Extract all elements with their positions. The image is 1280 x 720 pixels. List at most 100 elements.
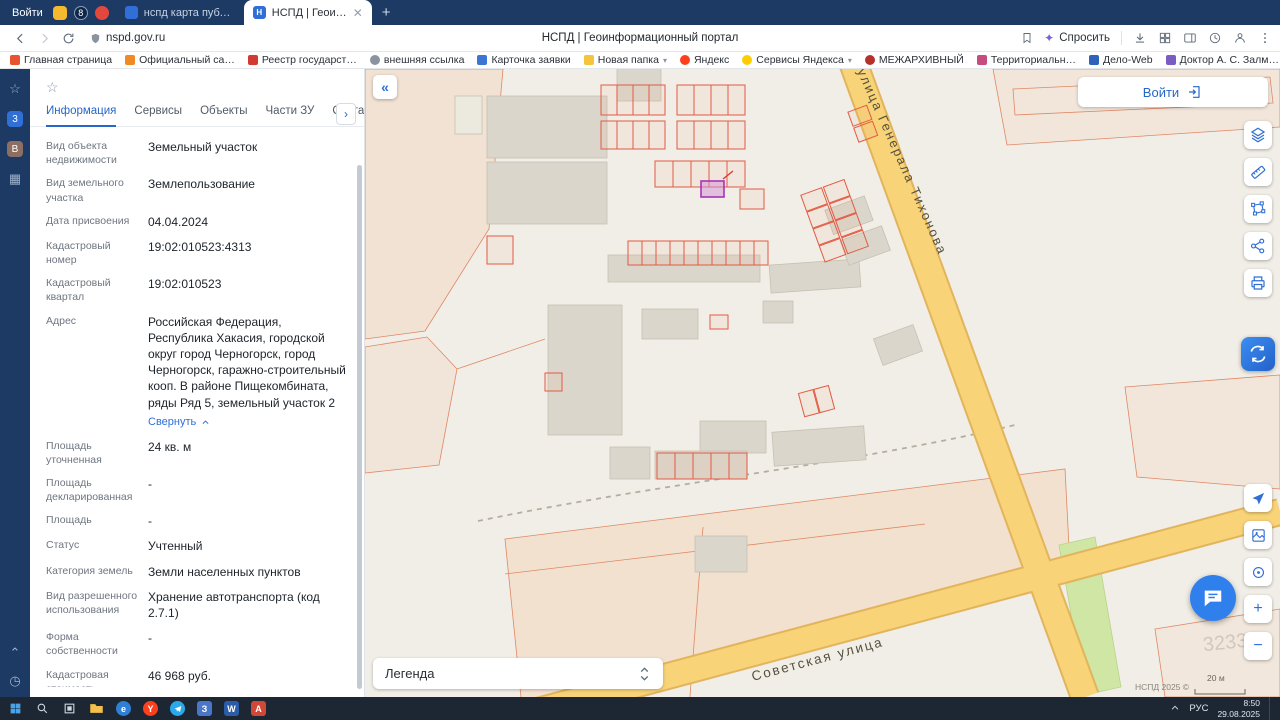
measure-area-button[interactable] [1244, 195, 1272, 223]
zoom-out-button[interactable]: − [1244, 632, 1272, 660]
start-button[interactable] [2, 697, 29, 720]
pdf-app-button[interactable]: A [245, 697, 272, 720]
legend-bar[interactable]: Легенда [373, 658, 663, 689]
bookmark-item[interactable]: Яндекс [679, 54, 729, 66]
profile-avatar[interactable]: В [7, 141, 23, 157]
extension-red-icon[interactable] [94, 5, 109, 20]
bookmark-item[interactable]: МЕЖАРХИВНЫЙ [864, 54, 964, 66]
panel-tabs-scroll-button[interactable]: › [336, 103, 356, 125]
basemap-button[interactable] [1244, 521, 1272, 549]
locate-button[interactable] [1244, 558, 1272, 586]
apps-grid-icon[interactable]: ▦ [9, 171, 21, 187]
address-value: Российская Федерация, Республика Хакасия… [148, 314, 346, 410]
map-login-button[interactable]: Войти [1078, 77, 1268, 107]
field-label: Кадастровый квартал [46, 277, 111, 304]
field-value: - [148, 631, 152, 646]
extension-folder-icon[interactable] [52, 5, 67, 20]
bookmark-folder[interactable]: Сервисы Яндекса ▾ [742, 54, 852, 66]
share-button[interactable] [1244, 232, 1272, 260]
ruler-button[interactable] [1244, 158, 1272, 186]
print-icon [1251, 276, 1265, 290]
bookmark-item[interactable]: Карточка заявки [477, 54, 571, 66]
bookmark-favicon [976, 55, 987, 65]
address-bar[interactable]: nspd.gov.ru [90, 32, 165, 44]
extension-counter-badge[interactable]: 8 [73, 5, 88, 20]
bookmark-item[interactable]: Дело-Web [1089, 54, 1153, 66]
tab-public-map[interactable]: нспд карта публичная ка… [116, 0, 244, 25]
bookmark-item[interactable]: Реестр государст… [247, 54, 357, 66]
yandex-icon: Y [143, 701, 158, 716]
back-button[interactable] [8, 27, 32, 49]
folder-icon [583, 55, 594, 65]
locate-icon [1252, 566, 1264, 578]
bookmark-item[interactable]: Главная страница [10, 54, 112, 66]
panel-scrollbar[interactable] [357, 165, 362, 689]
bookmark-item[interactable]: Официальный са… [125, 54, 235, 66]
menu-dots-icon[interactable] [1258, 31, 1272, 45]
field-value: 19:02:010523:4313 [148, 239, 252, 254]
taskbar-clock[interactable]: 8:50 29.08.2025 [1217, 698, 1260, 718]
download-icon[interactable] [1133, 31, 1147, 45]
panel-tabs: Информация Сервисы Объекты Части ЗУ Сост… [30, 69, 364, 127]
bookmark-flag-icon[interactable] [1021, 32, 1033, 44]
bookmarks-star-icon[interactable]: ☆ [9, 81, 21, 97]
history-clock-icon[interactable]: ◷ [9, 673, 20, 689]
ask-alice-button[interactable]: ✦ Спросить [1044, 31, 1110, 45]
browser-profile-button[interactable]: Войти [0, 7, 53, 19]
file-explorer-button[interactable] [83, 697, 110, 720]
panel-tab-objects[interactable]: Объекты [200, 99, 247, 126]
pdf-icon: A [251, 701, 266, 716]
clock-time: 8:50 [1243, 698, 1260, 709]
field-label: Площадь декларированная [46, 476, 133, 504]
chevron-down-icon: ▾ [847, 55, 852, 65]
field-value: 46 968 руб. [148, 668, 211, 683]
chat-support-button[interactable] [1190, 575, 1236, 621]
new-tab-button[interactable]: + [382, 4, 391, 21]
field-label: Вид разрешенного использования [46, 589, 138, 616]
show-desktop-button[interactable] [1269, 697, 1273, 720]
bookmark-item[interactable]: Доктор А. С. Залм… [1165, 54, 1279, 66]
notifications-badge[interactable]: 3 [7, 111, 23, 127]
panel-tab-information[interactable]: Информация [46, 99, 117, 127]
panorama-button[interactable] [1241, 337, 1275, 371]
field-row: Форма собственности - [46, 630, 346, 658]
telegram-button[interactable] [164, 697, 191, 720]
yandex-browser-button[interactable]: Y [137, 697, 164, 720]
favorite-star-icon[interactable]: ☆ [46, 79, 59, 96]
navigate-button[interactable] [1244, 484, 1272, 512]
collapse-address-link[interactable]: Свернуть [148, 415, 210, 430]
profile-icon[interactable] [1233, 31, 1247, 45]
bookmark-item[interactable]: Территориальн… [976, 54, 1076, 66]
tab-nspd-portal[interactable]: Н НСПД | Геоинформацион… ✕ [243, 0, 372, 25]
field-value: - [148, 514, 152, 529]
field-value: Хранение автотранспорта (код 2.7.1) [148, 589, 320, 620]
system-tray: РУС 8:50 29.08.2025 [1170, 697, 1278, 720]
collapse-chevron-icon[interactable]: ⌃ [10, 645, 21, 661]
history-clock-icon[interactable] [1208, 31, 1222, 45]
forward-button[interactable] [32, 27, 56, 49]
bookmark-favicon [247, 55, 258, 65]
mail-app-button[interactable]: З [191, 697, 218, 720]
map-canvas[interactable]: улица Генерала Тихонова Советская улица … [365, 69, 1280, 697]
main-area: ☆ 3 В ▦ ⌃ ◷ ☆ Информация Сервисы Объекты… [0, 69, 1280, 697]
collapse-panel-button[interactable]: « [373, 75, 397, 99]
word-button[interactable]: W [218, 697, 245, 720]
toolbar-right-icons: ✦ Спросить [1013, 31, 1272, 45]
extensions-grid-icon[interactable] [1158, 31, 1172, 45]
zoom-in-button[interactable]: + [1244, 595, 1272, 623]
language-indicator[interactable]: РУС [1189, 703, 1208, 714]
tab-close-icon[interactable]: ✕ [353, 6, 363, 20]
bookmark-item[interactable]: внешняя ссылка [369, 54, 464, 66]
bookmark-folder[interactable]: Новая папка ▾ [583, 54, 667, 66]
tray-expand-chevron[interactable] [1170, 700, 1180, 718]
sidebar-panels-icon[interactable] [1183, 31, 1197, 45]
task-view-button[interactable] [56, 697, 83, 720]
panel-tab-services[interactable]: Сервисы [134, 99, 182, 126]
taskbar-search-button[interactable] [29, 697, 56, 720]
edge-browser-button[interactable]: e [110, 697, 137, 720]
panel-tab-parts[interactable]: Части ЗУ [266, 99, 315, 126]
legend-expand-icon[interactable] [638, 665, 651, 683]
print-button[interactable] [1244, 269, 1272, 297]
layers-button[interactable] [1244, 121, 1272, 149]
refresh-button[interactable] [56, 27, 80, 49]
